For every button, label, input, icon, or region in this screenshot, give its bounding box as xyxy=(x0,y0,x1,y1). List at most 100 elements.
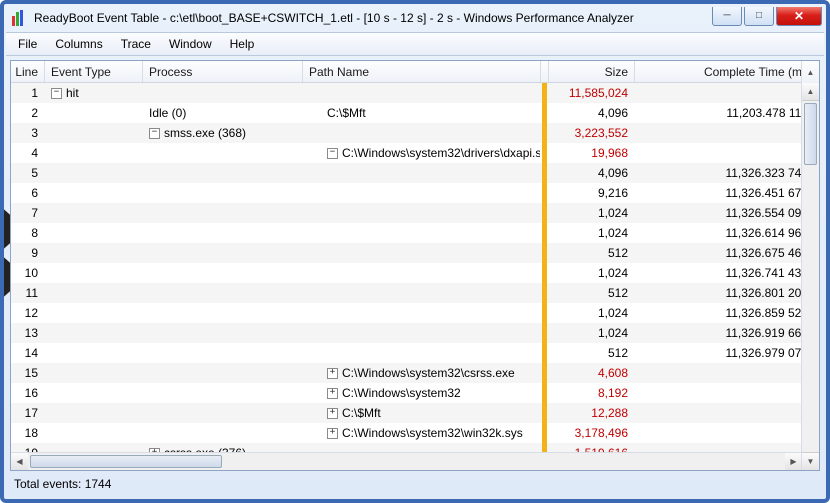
expand-icon[interactable]: + xyxy=(327,388,338,399)
cell-path xyxy=(303,323,541,343)
cell-process xyxy=(143,163,303,183)
cell-aggregate-bar xyxy=(541,423,549,443)
table-row[interactable]: 16+C:\Windows\system328,192 xyxy=(11,383,819,403)
collapse-icon[interactable]: − xyxy=(51,88,62,99)
cell-path xyxy=(303,183,541,203)
table-row[interactable]: 951211,326.675 465 xyxy=(11,243,819,263)
menu-columns[interactable]: Columns xyxy=(47,35,110,53)
cell-aggregate-bar xyxy=(541,203,549,223)
table-row[interactable]: 71,02411,326.554 094 xyxy=(11,203,819,223)
cell-path xyxy=(303,83,541,103)
table-row[interactable]: 3−smss.exe (368)3,223,552 xyxy=(11,123,819,143)
menu-window[interactable]: Window xyxy=(161,35,220,53)
table-row[interactable]: 121,02411,326.859 525 xyxy=(11,303,819,323)
cell-event-type xyxy=(45,123,143,143)
vscroll-track[interactable] xyxy=(802,101,819,452)
cell-path: −C:\Windows\system32\drivers\dxapi.sys xyxy=(303,143,541,163)
scroll-down-icon[interactable]: ▼ xyxy=(802,452,819,470)
table-row[interactable]: 17+C:\$Mft12,288 xyxy=(11,403,819,423)
expand-icon[interactable]: + xyxy=(327,368,338,379)
cell-aggregate-bar xyxy=(541,303,549,323)
cell-size: 11,585,024 xyxy=(549,83,635,103)
table-row[interactable]: 131,02411,326.919 663 xyxy=(11,323,819,343)
cell-line: 6 xyxy=(11,183,45,203)
table-row[interactable]: 15+C:\Windows\system32\csrss.exe4,608 xyxy=(11,363,819,383)
table-row[interactable]: 1151211,326.801 209 xyxy=(11,283,819,303)
cell-event-type xyxy=(45,163,143,183)
cell-line: 10 xyxy=(11,263,45,283)
cell-path: +C:\Windows\system32\win32k.sys xyxy=(303,423,541,443)
cell-aggregate-bar xyxy=(541,223,549,243)
header-path-name[interactable]: Path Name xyxy=(303,61,541,82)
cell-size: 1,519,616 xyxy=(549,443,635,452)
cell-aggregate-bar xyxy=(541,403,549,423)
hscroll-track[interactable] xyxy=(28,453,785,470)
cell-event-type xyxy=(45,223,143,243)
header-size[interactable]: Size xyxy=(549,61,635,82)
table-row[interactable]: 1451211,326.979 072 xyxy=(11,343,819,363)
cell-complete-time: 11,326.323 746 xyxy=(635,163,819,183)
header-line[interactable]: Line xyxy=(11,61,45,82)
scroll-up-header-icon[interactable]: ▲ xyxy=(801,61,819,84)
cell-complete-time: 11,326.801 209 xyxy=(635,283,819,303)
hscroll-thumb[interactable] xyxy=(30,455,222,468)
window-title: ReadyBoot Event Table - c:\etl\boot_BASE… xyxy=(34,11,712,25)
table-row[interactable]: 19+csrss.exe (376)1,519,616 xyxy=(11,443,819,452)
minimize-button[interactable]: ─ xyxy=(712,7,742,26)
cell-line: 11 xyxy=(11,283,45,303)
cell-path xyxy=(303,263,541,283)
cell-path xyxy=(303,223,541,243)
header-process[interactable]: Process xyxy=(143,61,303,82)
scroll-up-icon[interactable]: ▲ xyxy=(802,83,819,101)
cell-aggregate-bar xyxy=(541,363,549,383)
collapse-icon[interactable]: − xyxy=(149,128,160,139)
header-bar[interactable] xyxy=(541,61,549,82)
table-row[interactable]: 18+C:\Windows\system32\win32k.sys3,178,4… xyxy=(11,423,819,443)
header-complete-time[interactable]: Complete Time (ms) xyxy=(635,61,819,82)
cell-event-type xyxy=(45,323,143,343)
cell-complete-time xyxy=(635,443,819,452)
cell-line: 9 xyxy=(11,243,45,263)
close-button[interactable]: ✕ xyxy=(776,7,822,26)
menu-trace[interactable]: Trace xyxy=(113,35,159,53)
table-row[interactable]: 69,21611,326.451 677 xyxy=(11,183,819,203)
scroll-left-icon[interactable]: ◀ xyxy=(11,453,28,470)
cell-aggregate-bar xyxy=(541,183,549,203)
table-row[interactable]: 2Idle (0)C:\$Mft4,09611,203.478 113 xyxy=(11,103,819,123)
expand-icon[interactable]: + xyxy=(149,448,160,453)
cell-size: 1,024 xyxy=(549,263,635,283)
expand-icon[interactable]: + xyxy=(327,408,338,419)
vscroll-thumb[interactable] xyxy=(804,103,817,165)
cell-event-type xyxy=(45,283,143,303)
cell-path xyxy=(303,443,541,452)
vertical-scrollbar[interactable]: ▲ ▼ xyxy=(801,83,819,470)
cell-size: 4,096 xyxy=(549,103,635,123)
cell-event-type xyxy=(45,383,143,403)
cell-event-type xyxy=(45,103,143,123)
table-row[interactable]: 101,02411,326.741 435 xyxy=(11,263,819,283)
cell-line: 8 xyxy=(11,223,45,243)
cell-event-type xyxy=(45,343,143,363)
menu-file[interactable]: File xyxy=(10,35,45,53)
expand-icon[interactable]: + xyxy=(327,428,338,439)
cell-complete-time xyxy=(635,403,819,423)
header-event-type[interactable]: Event Type xyxy=(45,61,143,82)
table-row[interactable]: 1−hit11,585,024 xyxy=(11,83,819,103)
maximize-button[interactable]: □ xyxy=(744,7,774,26)
table-row[interactable]: 81,02411,326.614 962 xyxy=(11,223,819,243)
cell-line: 1 xyxy=(11,83,45,103)
cell-path xyxy=(303,283,541,303)
scroll-right-icon[interactable]: ▶ xyxy=(785,453,802,470)
menu-help[interactable]: Help xyxy=(222,35,263,53)
title-bar[interactable]: ReadyBoot Event Table - c:\etl\boot_BASE… xyxy=(4,4,826,32)
cell-process xyxy=(143,203,303,223)
cell-process xyxy=(143,243,303,263)
cell-aggregate-bar xyxy=(541,123,549,143)
table-row[interactable]: 54,09611,326.323 746 xyxy=(11,163,819,183)
table-row[interactable]: 4−C:\Windows\system32\drivers\dxapi.sys1… xyxy=(11,143,819,163)
collapse-icon[interactable]: − xyxy=(327,148,338,159)
cell-size: 19,968 xyxy=(549,143,635,163)
horizontal-scrollbar[interactable]: ◀ ▶ xyxy=(11,452,819,470)
cell-path: +C:\Windows\system32 xyxy=(303,383,541,403)
cell-aggregate-bar xyxy=(541,443,549,452)
